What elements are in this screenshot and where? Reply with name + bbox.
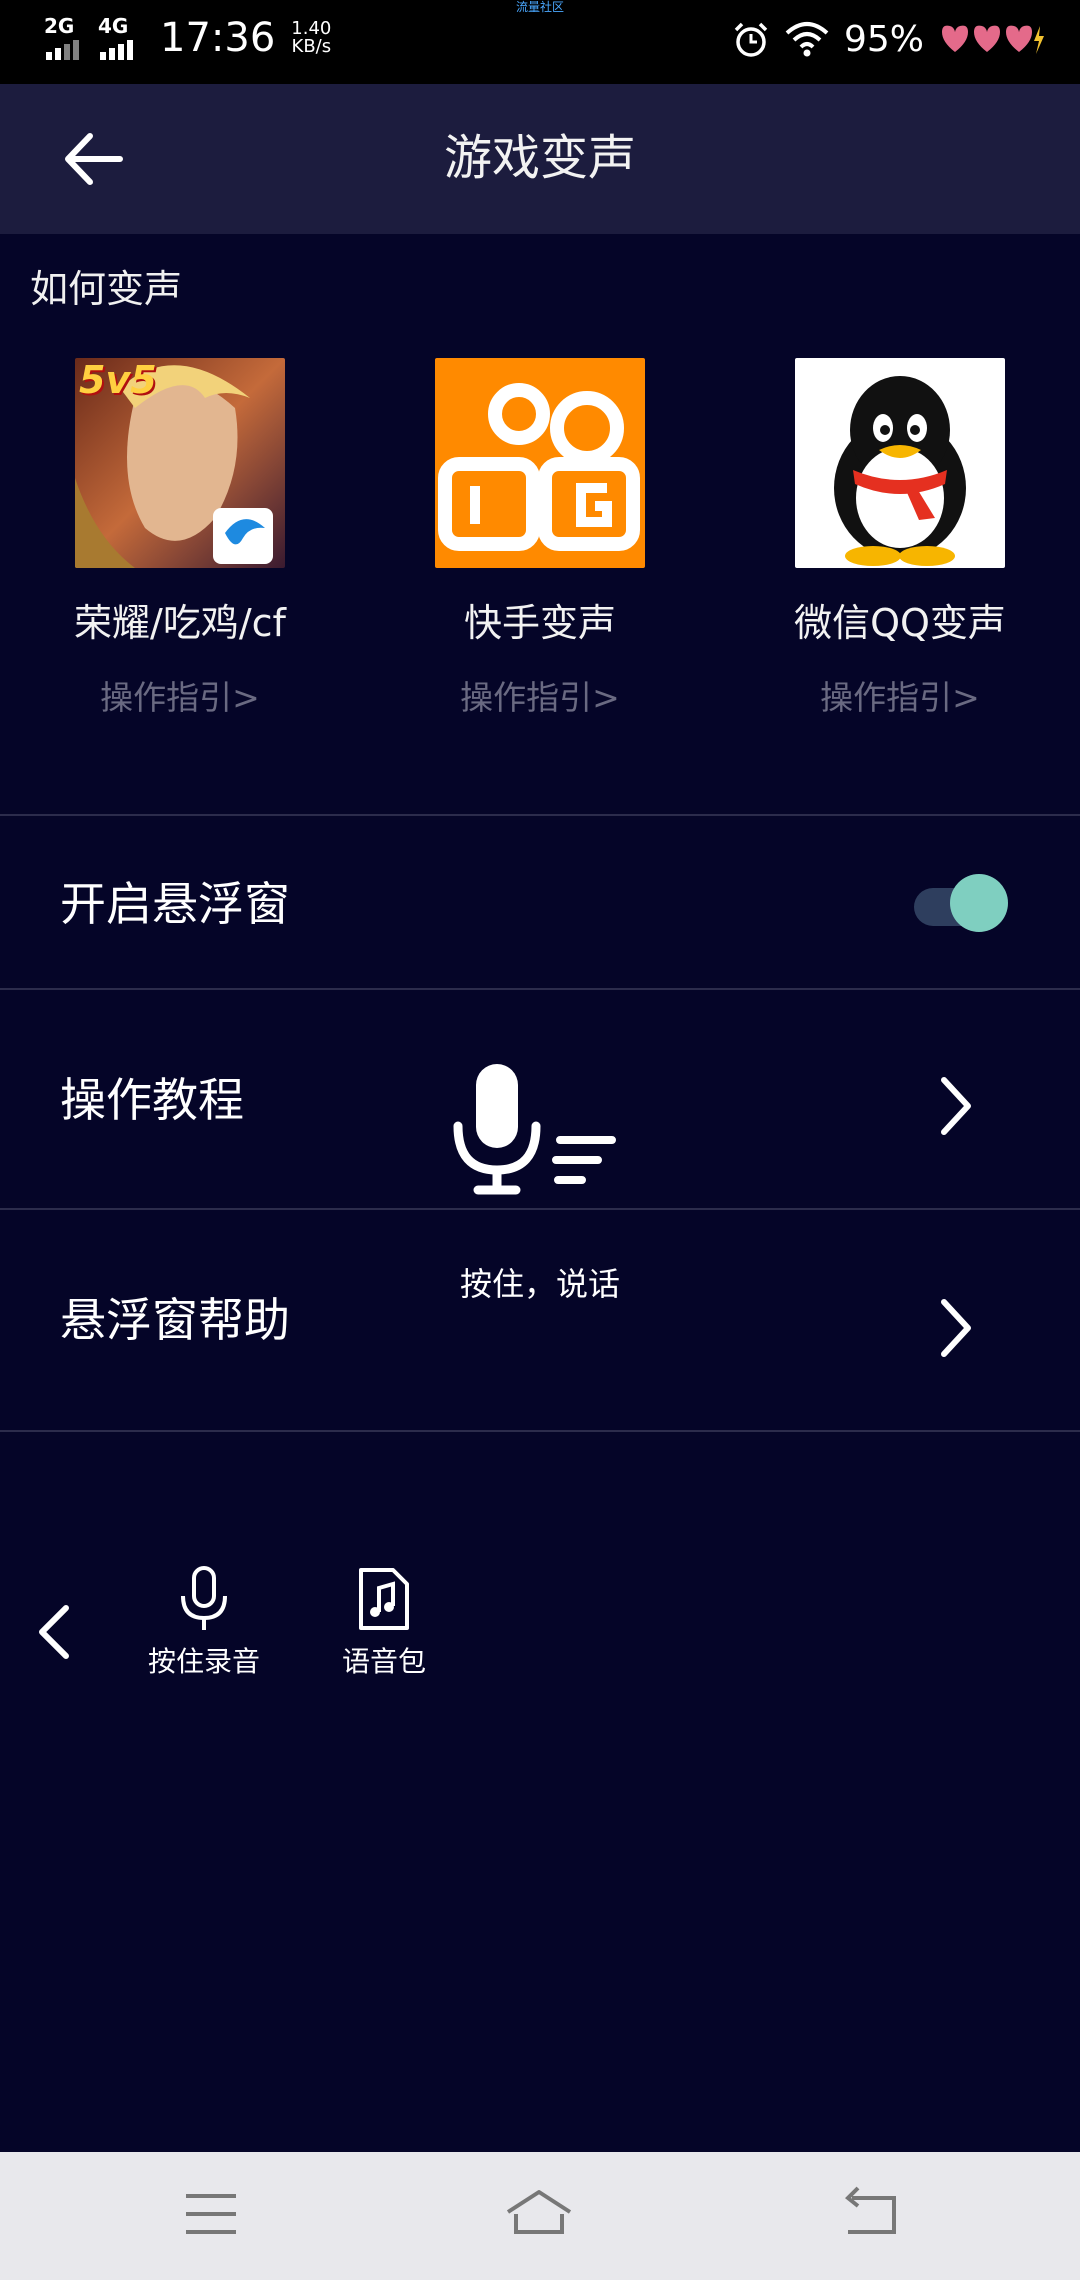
voice-pack-label: 语音包	[341, 1645, 426, 1678]
microphone-icon[interactable]	[448, 1060, 618, 1200]
guide-link[interactable]: 操作指引>	[30, 676, 330, 720]
float-window-toggle[interactable]	[912, 872, 1010, 934]
app-name: 微信QQ变声	[794, 601, 1006, 645]
guide-link[interactable]: 操作指引>	[390, 676, 690, 720]
network-speed: 1.40 KB/s	[291, 18, 332, 57]
kuaishou-icon	[435, 358, 645, 568]
app-name: 快手变声	[463, 601, 616, 645]
alarm-icon	[734, 22, 768, 57]
app-item-wechat-qq[interactable]: 微信QQ变声 操作指引>	[750, 358, 1050, 720]
float-help-row[interactable]: 悬浮窗帮助	[0, 1210, 1080, 1430]
page-title: 游戏变声	[443, 130, 636, 186]
battery-percent: 95%	[843, 19, 924, 60]
voice-pack-button[interactable]: 语音包	[294, 1564, 474, 1682]
qq-penguin-icon	[795, 358, 1005, 568]
divider	[0, 1430, 1080, 1432]
guide-link[interactable]: 操作指引>	[750, 676, 1050, 720]
app-name: 荣耀/吃鸡/cf	[74, 601, 286, 645]
hold-record-label: 按住录音	[147, 1645, 260, 1678]
chevron-right-icon	[941, 1077, 971, 1135]
hold-to-speak-label: 按住，说话	[459, 1265, 620, 1303]
system-nav-bar	[0, 2152, 1080, 2280]
home-icon[interactable]	[504, 2182, 574, 2246]
music-file-icon	[359, 1568, 409, 1630]
signal-4g-icon: 4G	[98, 16, 142, 60]
header: 游戏变声	[0, 84, 1080, 234]
honor-of-kings-icon: 5v5	[75, 358, 285, 568]
tutorial-label: 操作教程	[60, 1073, 244, 1127]
battery-hearts-icon	[942, 25, 1044, 54]
app-item-kuaishou[interactable]: 快手变声 操作指引>	[390, 358, 690, 720]
signal-2g-icon: 2G	[44, 16, 88, 60]
app-item-honor[interactable]: 5v5 荣耀/吃鸡/cf 操作指引>	[30, 358, 330, 720]
back-nav-icon[interactable]	[834, 2182, 904, 2246]
section-title-how: 如何变声	[30, 267, 183, 311]
menu-icon[interactable]	[176, 2182, 246, 2246]
hold-record-button[interactable]: 按住录音	[114, 1564, 294, 1682]
wifi-icon	[785, 22, 829, 57]
collapse-chevron-left-icon[interactable]	[32, 1604, 78, 1660]
float-window-label: 开启悬浮窗	[60, 877, 290, 931]
status-time: 17:36	[160, 15, 276, 61]
status-bar: 流量社区 2G 4G 17:36 1.40 KB/s 95%	[0, 0, 1080, 84]
microphone-outline-icon	[181, 1566, 227, 1630]
carrier-text: 流量社区	[515, 0, 564, 14]
